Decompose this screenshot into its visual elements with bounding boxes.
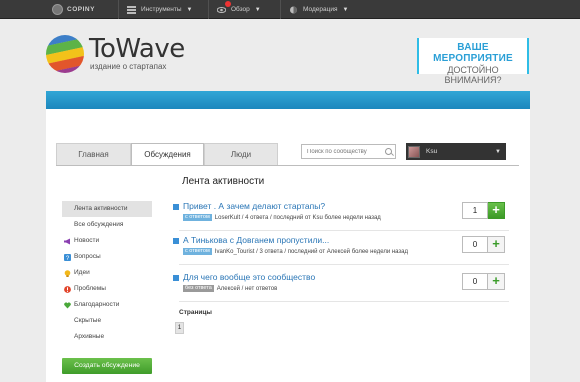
menu-tools-label: Инструменты (141, 6, 182, 13)
eye-icon (217, 6, 226, 13)
top-navbar: COPINY Инструменты ▼ Обзор ▼ Модерация ▼ (0, 0, 580, 19)
moderation-icon (290, 6, 297, 13)
feed-title: Лента активности (182, 176, 265, 187)
copiny-logo-icon (52, 4, 63, 15)
sidebar-item-problems[interactable]: Проблемы (62, 281, 152, 297)
sidebar-item-label: Благодарности (74, 301, 120, 308)
divider (179, 230, 509, 231)
sidebar: Лента активности Все обсуждения Новости … (62, 201, 152, 345)
tab-home[interactable]: Главная (56, 143, 131, 165)
list-item: Привет . А зачем делают стартапы? с отве… (171, 201, 509, 232)
search-input[interactable] (302, 145, 382, 158)
topic-title[interactable]: Для чего вообще это сообщество (183, 272, 315, 282)
topic-meta-text: LoserKult / 4 ответа / последний от Ksu … (214, 214, 381, 221)
site-title[interactable]: ToWave (89, 34, 185, 64)
sidebar-item-label: Все обсуждения (74, 221, 124, 228)
sidebar-item-label: Проблемы (74, 285, 106, 292)
topic-meta-text: IvanKo_Tourist / 3 ответа / последний от… (214, 248, 409, 255)
topic-title[interactable]: Привет . А зачем делают стартапы? (183, 201, 325, 211)
divider (179, 301, 509, 302)
sidebar-item-news[interactable]: Новости (62, 233, 152, 249)
menu-moderation-label: Модерация (303, 6, 338, 13)
tabs-row: Главная Обсуждения Люди Ksu ▼ (46, 109, 530, 166)
menu-overview-label: Обзор (231, 6, 250, 13)
tab-people[interactable]: Люди (204, 143, 278, 165)
sidebar-item-questions[interactable]: ? Вопросы (62, 249, 152, 265)
megaphone-icon (64, 238, 70, 244)
menu-overview[interactable]: Обзор ▼ (208, 0, 261, 19)
community-search[interactable] (301, 144, 396, 159)
avatar (408, 145, 420, 158)
chevron-down-icon: ▼ (342, 6, 349, 13)
menu-moderation[interactable]: Модерация ▼ (280, 0, 348, 19)
topic-title[interactable]: А Тинькова с Довганем пропустили... (183, 235, 329, 245)
sidebar-item-thanks[interactable]: Благодарности (62, 297, 152, 313)
towave-logo-icon[interactable] (46, 35, 84, 73)
vote-widget: 0 + (462, 236, 505, 253)
heart-icon (64, 301, 71, 308)
notification-badge (225, 1, 231, 7)
sidebar-item-label: Архивные (74, 333, 105, 340)
upvote-button[interactable]: + (488, 202, 505, 219)
copiny-brand[interactable]: COPINY (52, 4, 95, 15)
tools-icon (127, 5, 136, 14)
page-1-link[interactable]: 1 (175, 322, 184, 334)
search-icon[interactable] (385, 148, 392, 155)
chevron-down-icon: ▼ (495, 148, 501, 155)
community-content: Главная Обсуждения Люди Ksu ▼ Лента акти… (46, 109, 530, 382)
list-item: А Тинькова с Довганем пропустили... с от… (171, 235, 509, 266)
list-item: Для чего вообще это сообщество без ответ… (171, 272, 509, 303)
question-icon (173, 275, 179, 281)
sidebar-item-activity-feed[interactable]: Лента активности (62, 201, 152, 217)
vote-count: 1 (462, 202, 488, 219)
vote-count: 0 (462, 236, 488, 253)
pagination-label: Страницы (179, 309, 212, 316)
status-badge: без ответа (183, 285, 214, 292)
tab-discussions[interactable]: Обсуждения (131, 143, 204, 166)
topic-meta: с ответом LoserKult / 4 ответа / последн… (183, 214, 381, 221)
vote-count: 0 (462, 273, 488, 290)
question-icon (173, 238, 179, 244)
chevron-down-icon: ▼ (186, 6, 193, 13)
user-menu[interactable]: Ksu ▼ (406, 143, 506, 160)
brand-label: COPINY (67, 6, 95, 13)
ad-line1: ВАШЕ МЕРОПРИЯТИЕ (433, 42, 513, 64)
sidebar-item-label: Скрытые (74, 317, 102, 324)
question-icon: ? (64, 253, 71, 261)
vote-widget: 1 + (462, 202, 505, 219)
tabs-divider (56, 165, 519, 166)
sidebar-item-label: Новости (74, 237, 100, 244)
vote-widget: 0 + (462, 273, 505, 290)
divider (179, 264, 509, 265)
upvote-button[interactable]: + (488, 273, 505, 290)
upvote-button[interactable]: + (488, 236, 505, 253)
header-blue-band (46, 91, 530, 109)
user-name: Ksu (426, 148, 438, 155)
create-discussion-button[interactable]: Создать обсуждение (62, 358, 152, 374)
question-icon (173, 204, 179, 210)
topic-meta: без ответа Алексей / нет ответов (183, 285, 277, 292)
sidebar-item-label: Лента активности (74, 205, 128, 212)
event-ad-banner[interactable]: ВАШЕ МЕРОПРИЯТИЕ ДОСТОЙНО ВНИМАНИЯ? (417, 38, 529, 85)
status-badge: с ответом (183, 214, 212, 221)
sidebar-item-all-discussions[interactable]: Все обсуждения (62, 217, 152, 233)
menu-tools[interactable]: Инструменты ▼ (118, 0, 192, 19)
sidebar-item-hidden[interactable]: Скрытые (62, 313, 152, 329)
status-badge: с ответом (183, 248, 212, 255)
lightbulb-icon (64, 269, 71, 277)
sidebar-item-label: Идеи (74, 269, 90, 276)
site-subtitle: издание о стартапах (90, 62, 167, 71)
sidebar-item-ideas[interactable]: Идеи (62, 265, 152, 281)
topic-meta-text: Алексей / нет ответов (216, 285, 278, 292)
chevron-down-icon: ▼ (254, 6, 261, 13)
sidebar-item-archived[interactable]: Архивные (62, 329, 152, 345)
sidebar-item-label: Вопросы (74, 253, 101, 260)
ad-line2: ДОСТОЙНО ВНИМАНИЯ? (444, 65, 502, 85)
topic-meta: с ответом IvanKo_Tourist / 3 ответа / по… (183, 248, 408, 255)
problem-icon (64, 285, 71, 293)
